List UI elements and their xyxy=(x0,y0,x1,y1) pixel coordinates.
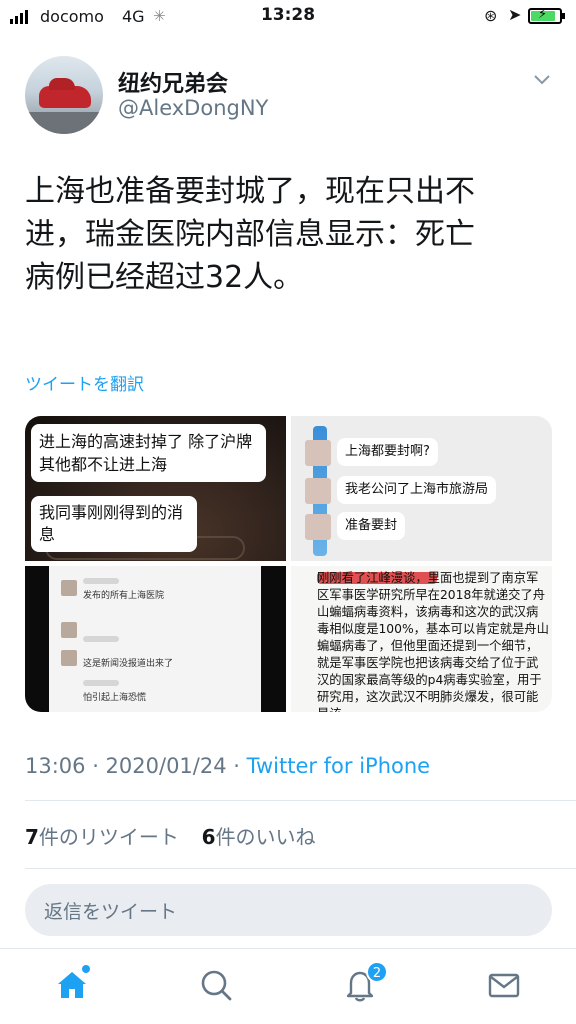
translate-tweet-link[interactable]: ツイートを翻訳 xyxy=(25,370,144,395)
divider xyxy=(25,800,576,801)
source-link[interactable]: Twitter for iPhone xyxy=(247,754,431,778)
avatar[interactable] xyxy=(25,56,103,134)
chat-avatar xyxy=(305,514,331,540)
chat-line: 这是新闻没报道出来了 xyxy=(83,659,174,669)
media-image-2[interactable]: 上海都要封啊? 我老公问了上海市旅游局 准备要封 xyxy=(291,416,552,561)
divider xyxy=(25,868,576,869)
chat-avatar xyxy=(305,440,331,466)
display-name[interactable]: 纽约兄弟会 xyxy=(118,66,228,98)
chat-line: 怕引起上海恐慌 xyxy=(83,693,147,703)
chevron-down-icon[interactable] xyxy=(533,70,551,88)
mail-icon xyxy=(488,973,520,998)
media-image-3[interactable]: 发布的所有上海医院 这是新闻没报道出来了 怕引起上海恐慌 xyxy=(25,566,286,712)
search-icon xyxy=(201,970,232,1001)
like-label: 件のいいね xyxy=(215,825,316,849)
tweet-stats: 7件のリツイート 6件のいいね xyxy=(25,821,316,850)
new-content-dot xyxy=(82,965,90,973)
document-text: 刚刚看了江峰漫谈，里面也提到了南京军区军事医学研究所早在2018年就递交了舟山蝙… xyxy=(317,571,549,712)
chat-bubble: 我同事刚刚得到的消息 xyxy=(31,496,197,552)
retweet-count: 7 xyxy=(25,825,39,849)
chat-bubble: 进上海的高速封掉了 除了沪牌其他都不让进上海 xyxy=(31,424,266,482)
retweet-stat[interactable]: 7件のリツイート xyxy=(25,825,179,849)
media-grid: 进上海的高速封掉了 除了沪牌其他都不让进上海 我同事刚刚得到的消息 上海都要封啊… xyxy=(25,416,552,712)
chat-line: 发布的所有上海医院 xyxy=(83,591,165,601)
notification-badge: 2 xyxy=(366,961,388,983)
retweet-label: 件のリツイート xyxy=(38,825,179,849)
tab-messages[interactable] xyxy=(486,967,526,1007)
tweet-text: 上海也准备要封城了，现在只出不 进，瑞金医院内部信息显示：死亡 病例已经超过32… xyxy=(25,170,555,299)
tab-notifications[interactable]: 2 xyxy=(342,961,388,1007)
chat-bubble: 我老公问了上海市旅游局 xyxy=(337,476,497,504)
tweet-text-line: 进，瑞金医院内部信息显示：死亡 xyxy=(25,217,475,252)
tweet-text-line: 病例已经超过32人。 xyxy=(25,260,304,295)
like-count: 6 xyxy=(201,825,216,849)
battery-charging-icon: ⚡ xyxy=(528,7,565,24)
media-image-4[interactable]: 刚刚看了江峰漫谈，里面也提到了南京军区军事医学研究所早在2018年就递交了舟山蝙… xyxy=(291,566,552,712)
rotation-lock-icon: ⊛ xyxy=(484,6,498,25)
location-icon: ➤ xyxy=(508,5,522,24)
chat-avatar xyxy=(305,478,331,504)
media-image-1[interactable]: 进上海的高速封掉了 除了沪牌其他都不让进上海 我同事刚刚得到的消息 xyxy=(25,416,286,561)
tweet-text-line: 上海也准备要封城了，现在只出不 xyxy=(25,174,475,209)
reply-input[interactable]: 返信をツイート xyxy=(25,884,552,936)
tab-search[interactable] xyxy=(198,967,238,1007)
timestamp: 13:06 · 2020/01/24 · xyxy=(25,754,247,778)
chat-bubble: 准备要封 xyxy=(337,512,406,540)
tab-bar: 2 xyxy=(0,948,576,1024)
chat-bubble: 上海都要封啊? xyxy=(337,438,438,466)
tweet-meta: 13:06 · 2020/01/24 · Twitter for iPhone xyxy=(25,754,430,778)
like-stat[interactable]: 6件のいいね xyxy=(202,825,316,849)
tab-home[interactable] xyxy=(54,965,94,1007)
status-bar: docomo 4G ✳ 13:28 ⊛ ➤ ⚡ xyxy=(0,0,576,34)
user-handle[interactable]: @AlexDongNY xyxy=(118,96,268,120)
bolt-icon: ⚡ xyxy=(538,7,548,22)
reply-placeholder: 返信をツイート xyxy=(44,901,178,923)
